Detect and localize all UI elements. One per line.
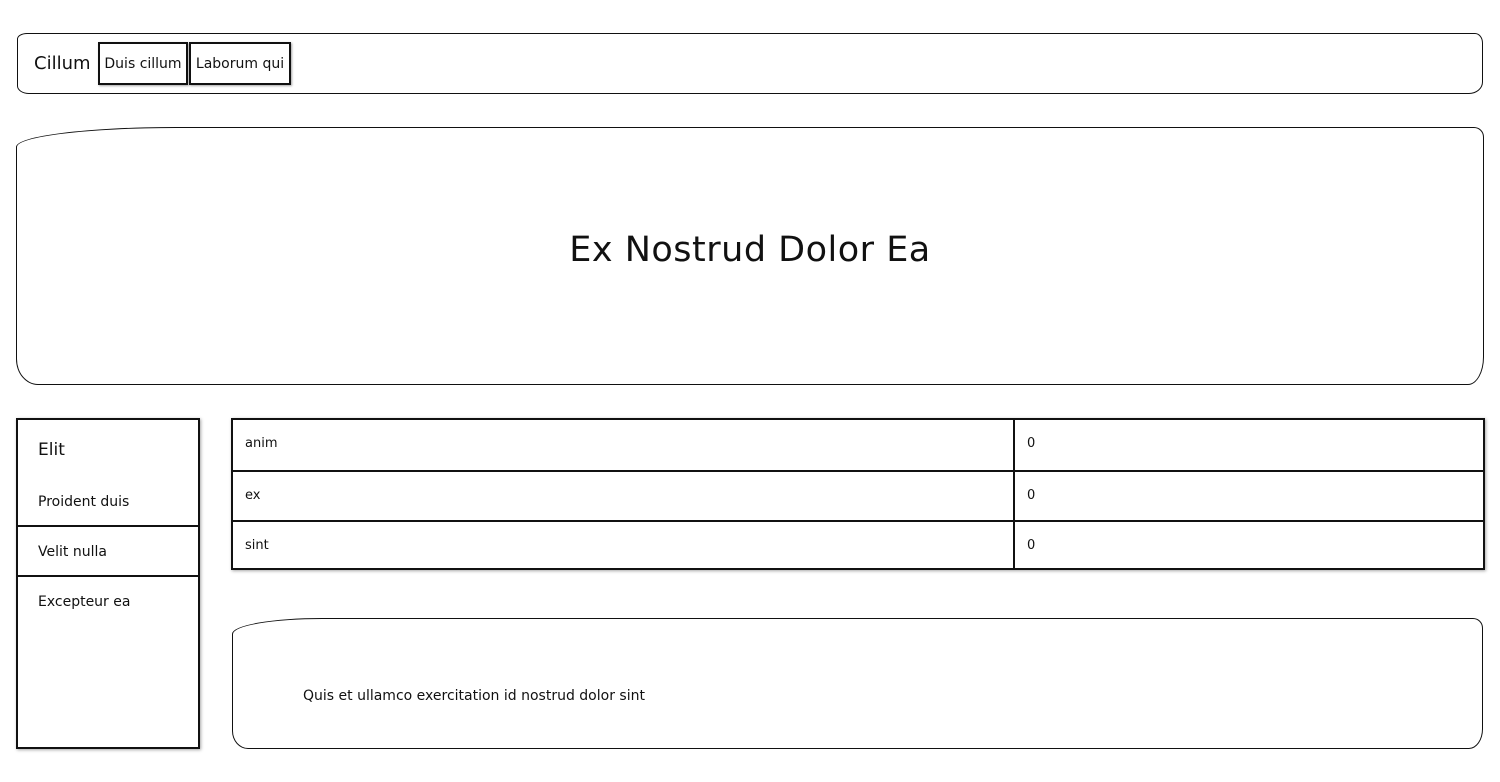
nav-button-duis-cillum[interactable]: Duis cillum: [98, 42, 188, 85]
table-cell-key: anim: [245, 436, 278, 451]
sidebar-divider: [18, 525, 198, 527]
table-cell-value: 0: [1027, 538, 1036, 553]
table-cell-key: ex: [245, 488, 261, 503]
table-cell-key: sint: [245, 538, 269, 553]
sidebar-item-excepteur-ea[interactable]: Excepteur ea: [18, 592, 198, 612]
table-column-divider: [1013, 420, 1015, 568]
hero-title: Ex Nostrud Dolor Ea: [569, 230, 931, 270]
top-navbar: Cillum Duis cillum Laborum qui: [17, 33, 1483, 94]
data-table: anim 0 ex 0 sint 0: [231, 418, 1485, 570]
nav-button-laborum-qui[interactable]: Laborum qui: [189, 42, 291, 85]
sidebar-divider: [18, 575, 198, 577]
sidebar: Elit Proident duis Velit nulla Excepteur…: [16, 418, 200, 749]
brand-label: Cillum: [34, 53, 91, 74]
sidebar-item-velit-nulla[interactable]: Velit nulla: [18, 542, 198, 562]
sidebar-heading: Elit: [38, 440, 65, 460]
table-row: anim 0: [233, 420, 1483, 470]
table-row: sint 0: [233, 520, 1483, 570]
table-row: ex 0: [233, 470, 1483, 520]
hero-banner: Ex Nostrud Dolor Ea: [16, 127, 1484, 385]
text-card: Quis et ullamco exercitation id nostrud …: [232, 618, 1483, 749]
table-cell-value: 0: [1027, 488, 1036, 503]
card-text: Quis et ullamco exercitation id nostrud …: [303, 688, 645, 704]
sidebar-item-proident-duis[interactable]: Proident duis: [18, 492, 198, 512]
table-cell-value: 0: [1027, 436, 1036, 451]
